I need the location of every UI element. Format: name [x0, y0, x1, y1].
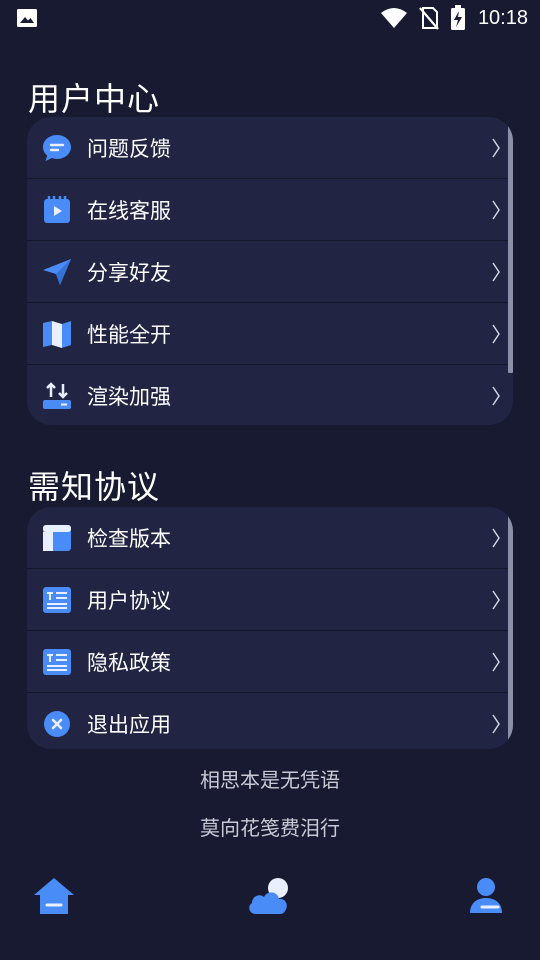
send-paper-plane-icon	[43, 259, 71, 285]
weather-cloud-icon	[249, 878, 288, 914]
bottom-nav	[0, 870, 540, 930]
layout-panel-icon	[43, 525, 71, 551]
map-icon	[43, 321, 71, 348]
menu-item-feedback[interactable]: 问题反馈	[27, 117, 513, 179]
text-document-icon	[43, 649, 71, 675]
video-service-icon	[44, 196, 70, 223]
agreements-card: 检查版本 用户协议 隐私政策 退出应用	[27, 507, 513, 749]
footer-line-2: 莫向花笺费泪行	[200, 816, 340, 840]
menu-item-label: 用户协议	[87, 588, 171, 613]
nav-profile[interactable]	[458, 870, 514, 926]
menu-item-label: 分享好友	[87, 260, 171, 285]
menu-item-label: 隐私政策	[87, 650, 171, 675]
menu-item-label: 性能全开	[87, 322, 171, 347]
close-circle-icon	[44, 711, 70, 737]
menu-item-exit-app[interactable]: 退出应用	[27, 693, 513, 749]
sort-arrows-icon	[43, 382, 71, 409]
section-title-agreements: 需知协议	[28, 468, 161, 506]
battery-charging-icon	[450, 5, 465, 30]
nav-weather[interactable]	[242, 870, 298, 926]
chevron-right-icon	[491, 526, 501, 550]
nav-home[interactable]	[26, 870, 82, 926]
status-bar: 10:18	[0, 0, 540, 36]
footer-line-1: 相思本是无凭语	[200, 768, 340, 792]
text-document-icon	[43, 587, 71, 613]
chevron-right-icon	[491, 650, 501, 674]
menu-item-check-version[interactable]: 检查版本	[27, 507, 513, 569]
scrollbar[interactable]	[508, 117, 513, 373]
section-title-user-center: 用户中心	[28, 80, 161, 118]
chevron-right-icon	[491, 712, 501, 736]
user-center-card: 问题反馈 在线客服 分享好友 性能全开 渲染加强	[27, 117, 513, 425]
menu-item-online-service[interactable]: 在线客服	[27, 179, 513, 241]
image-icon	[17, 9, 37, 27]
chevron-right-icon	[491, 384, 501, 408]
menu-item-label: 退出应用	[87, 712, 171, 737]
chevron-right-icon	[491, 136, 501, 160]
wifi-icon	[380, 8, 407, 28]
menu-item-privacy-policy[interactable]: 隐私政策	[27, 631, 513, 693]
chevron-right-icon	[491, 588, 501, 612]
chevron-right-icon	[491, 260, 501, 284]
menu-item-label: 问题反馈	[87, 136, 171, 161]
menu-item-full-performance[interactable]: 性能全开	[27, 303, 513, 365]
no-sim-icon	[419, 7, 439, 30]
chevron-right-icon	[491, 322, 501, 346]
scrollbar[interactable]	[508, 507, 513, 749]
status-time: 10:18	[477, 6, 528, 29]
menu-item-label: 检查版本	[87, 526, 171, 551]
feedback-chat-icon	[43, 135, 71, 161]
menu-item-label: 渲染加强	[87, 384, 171, 409]
menu-item-render-boost[interactable]: 渲染加强	[27, 365, 513, 425]
user-profile-icon	[470, 878, 502, 913]
menu-item-label: 在线客服	[87, 198, 171, 223]
chevron-right-icon	[491, 198, 501, 222]
home-icon	[34, 878, 74, 914]
menu-item-share-friends[interactable]: 分享好友	[27, 241, 513, 303]
menu-item-user-agreement[interactable]: 用户协议	[27, 569, 513, 631]
